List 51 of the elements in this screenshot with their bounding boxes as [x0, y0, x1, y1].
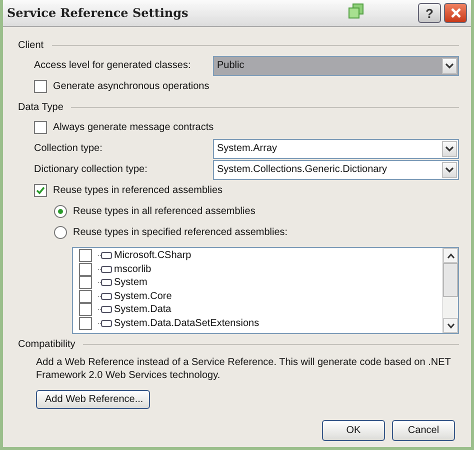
radio-label: Reuse types in all referenced assemblies — [73, 206, 256, 217]
add-web-reference-button[interactable]: Add Web Reference... — [36, 390, 150, 409]
field-label: Collection type: — [34, 143, 104, 154]
assembly-name: Microsoft.CSharp — [114, 250, 192, 262]
assembly-name: mscorlib — [114, 264, 152, 275]
checkbox-label: Generate asynchronous operations — [53, 81, 210, 92]
checkbox[interactable] — [79, 262, 92, 276]
description-text: Add a Web Reference instead of a Service Reference. This will generate code based on .NET Framework 2.0 Web Services technology. — [35, 356, 452, 382]
assembly-icon — [98, 278, 112, 288]
close-icon — [450, 7, 462, 19]
dialog-button[interactable]: Cancel — [392, 420, 455, 441]
chevron-up-icon — [446, 252, 454, 258]
assembly-icon — [98, 292, 112, 301]
assembly-icon — [98, 318, 112, 328]
checkbox[interactable] — [34, 80, 47, 93]
chevron-down-icon — [445, 146, 454, 152]
chevron-down-icon — [446, 322, 454, 328]
field-label: Dictionary collection type: — [34, 164, 148, 175]
dropdown[interactable]: System.Array — [213, 138, 459, 158]
checkbox[interactable] — [79, 316, 92, 330]
assembly-icon — [98, 264, 112, 274]
assembly-name: System.Data — [114, 304, 172, 316]
chevron-down-icon — [445, 62, 454, 68]
section-heading: Client — [18, 40, 44, 50]
scrollbar[interactable] — [442, 248, 458, 333]
assembly-name: System.Core — [114, 290, 172, 302]
checkbox[interactable] — [34, 121, 47, 134]
dropdown[interactable]: System.Collections.Generic.Dictionary — [213, 160, 459, 180]
assembly-icon — [98, 251, 112, 260]
checkbox[interactable] — [79, 303, 92, 316]
assembly-name: System — [114, 277, 148, 288]
section-heading: Data Type — [18, 102, 64, 112]
chevron-down-icon — [445, 166, 454, 172]
checkbox-label: Always generate message contracts — [53, 122, 214, 133]
checkbox[interactable] — [79, 276, 92, 290]
assembly-name: System.Data.DataSetExtensions — [114, 318, 260, 329]
radio-button[interactable] — [54, 205, 67, 218]
help-button[interactable]: ? — [418, 3, 441, 23]
assembly-icon — [98, 305, 112, 314]
checkbox-label: Reuse types in referenced assemblies — [53, 185, 223, 196]
close-button[interactable] — [444, 3, 467, 23]
checkbox[interactable] — [79, 290, 92, 303]
checkbox[interactable] — [79, 249, 92, 262]
radio-label: Reuse types in specified referenced assemblies: — [73, 227, 288, 238]
field-label: Access level for generated classes: — [34, 60, 192, 71]
checkbox[interactable] — [34, 184, 47, 197]
dialog-button[interactable]: OK — [322, 420, 385, 441]
section-heading: Compatibility — [18, 338, 76, 350]
radio-button[interactable] — [54, 226, 67, 239]
window-title: Service Reference Settings — [7, 6, 188, 20]
access-level-dropdown[interactable]: Public — [213, 56, 459, 76]
